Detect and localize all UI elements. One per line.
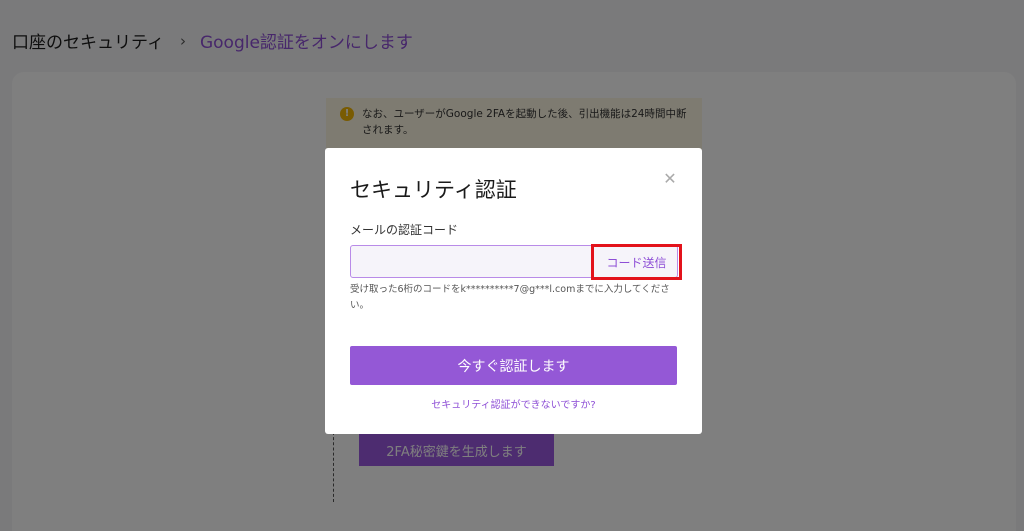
security-verification-modal: セキュリティ認証 ✕ メールの認証コード コード送信 受け取った6桁のコードをk…	[325, 148, 702, 434]
modal-title: セキュリティ認証	[350, 178, 517, 202]
send-code-button[interactable]: コード送信	[591, 244, 682, 280]
email-code-label: メールの認証コード	[350, 223, 459, 237]
cannot-verify-link[interactable]: セキュリティ認証ができないですか?	[325, 396, 702, 411]
verify-now-button[interactable]: 今すぐ認証します	[350, 346, 677, 385]
close-icon[interactable]: ✕	[661, 170, 679, 188]
code-hint-text: 受け取った6桁のコードをk**********7@g***l.comまでに入力し…	[350, 284, 670, 311]
